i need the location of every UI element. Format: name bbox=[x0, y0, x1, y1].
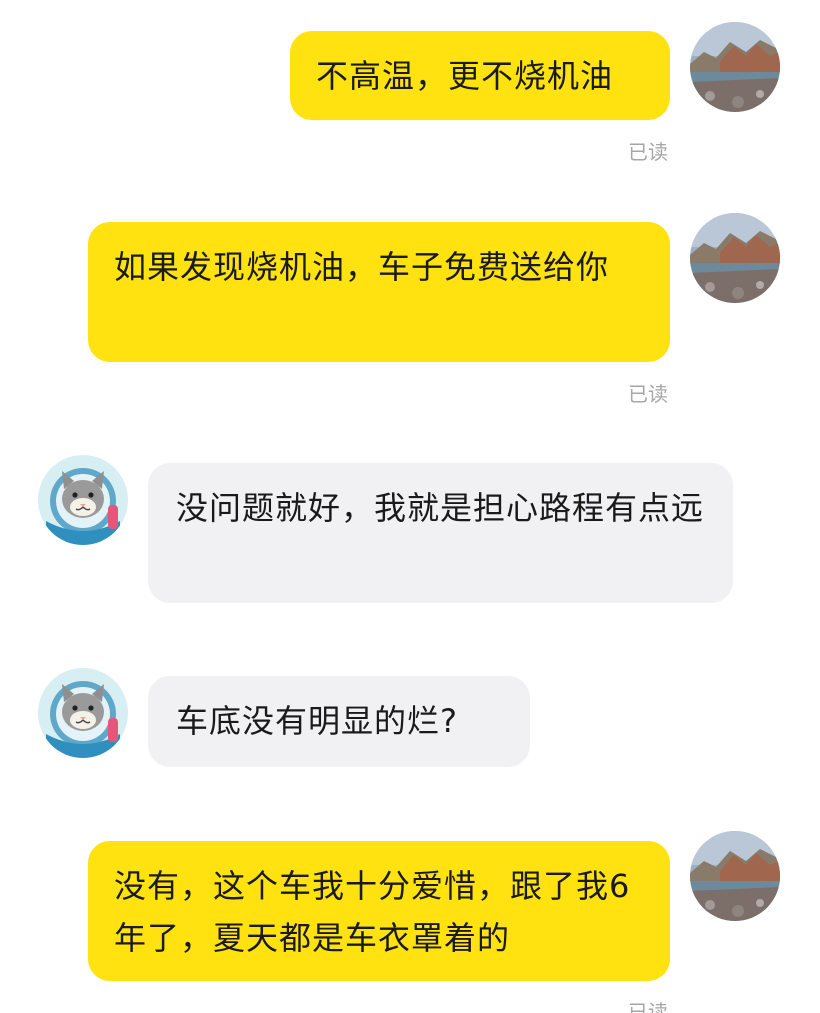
message-text: 没问题就好，我就是担心路程有点远 bbox=[176, 489, 705, 527]
landscape-avatar-icon[interactable] bbox=[690, 831, 780, 921]
message-text: 没有，这个车我十分爱惜，跟了我6年了，夏天都是车衣罩着的 bbox=[114, 867, 631, 957]
message-bubble-incoming[interactable]: 车底没有明显的烂? bbox=[148, 676, 530, 767]
message-bubble-outgoing[interactable]: 如果发现烧机油，车子免费送给你 bbox=[88, 222, 670, 362]
cat-astronaut-avatar-icon[interactable] bbox=[38, 455, 128, 545]
chat-conversation: 不高温，更不烧机油 已读 如果发现烧机油，车子免费送给你 已读 没问题就好，我就… bbox=[0, 0, 820, 1013]
cat-astronaut-avatar-icon[interactable] bbox=[38, 668, 128, 758]
message-text: 如果发现烧机油，车子免费送给你 bbox=[114, 248, 610, 286]
landscape-avatar-icon[interactable] bbox=[690, 213, 780, 303]
landscape-avatar-icon[interactable] bbox=[690, 22, 780, 112]
message-bubble-outgoing[interactable]: 不高温，更不烧机油 bbox=[290, 31, 670, 120]
read-status: 已读 bbox=[628, 382, 668, 406]
read-status: 已读 bbox=[628, 140, 668, 164]
message-bubble-incoming[interactable]: 没问题就好，我就是担心路程有点远 bbox=[148, 463, 733, 603]
message-bubble-outgoing[interactable]: 没有，这个车我十分爱惜，跟了我6年了，夏天都是车衣罩着的 bbox=[88, 841, 670, 981]
message-text: 车底没有明显的烂? bbox=[176, 702, 458, 740]
message-text: 不高温，更不烧机油 bbox=[316, 57, 614, 95]
read-status: 已读 bbox=[628, 1000, 668, 1013]
